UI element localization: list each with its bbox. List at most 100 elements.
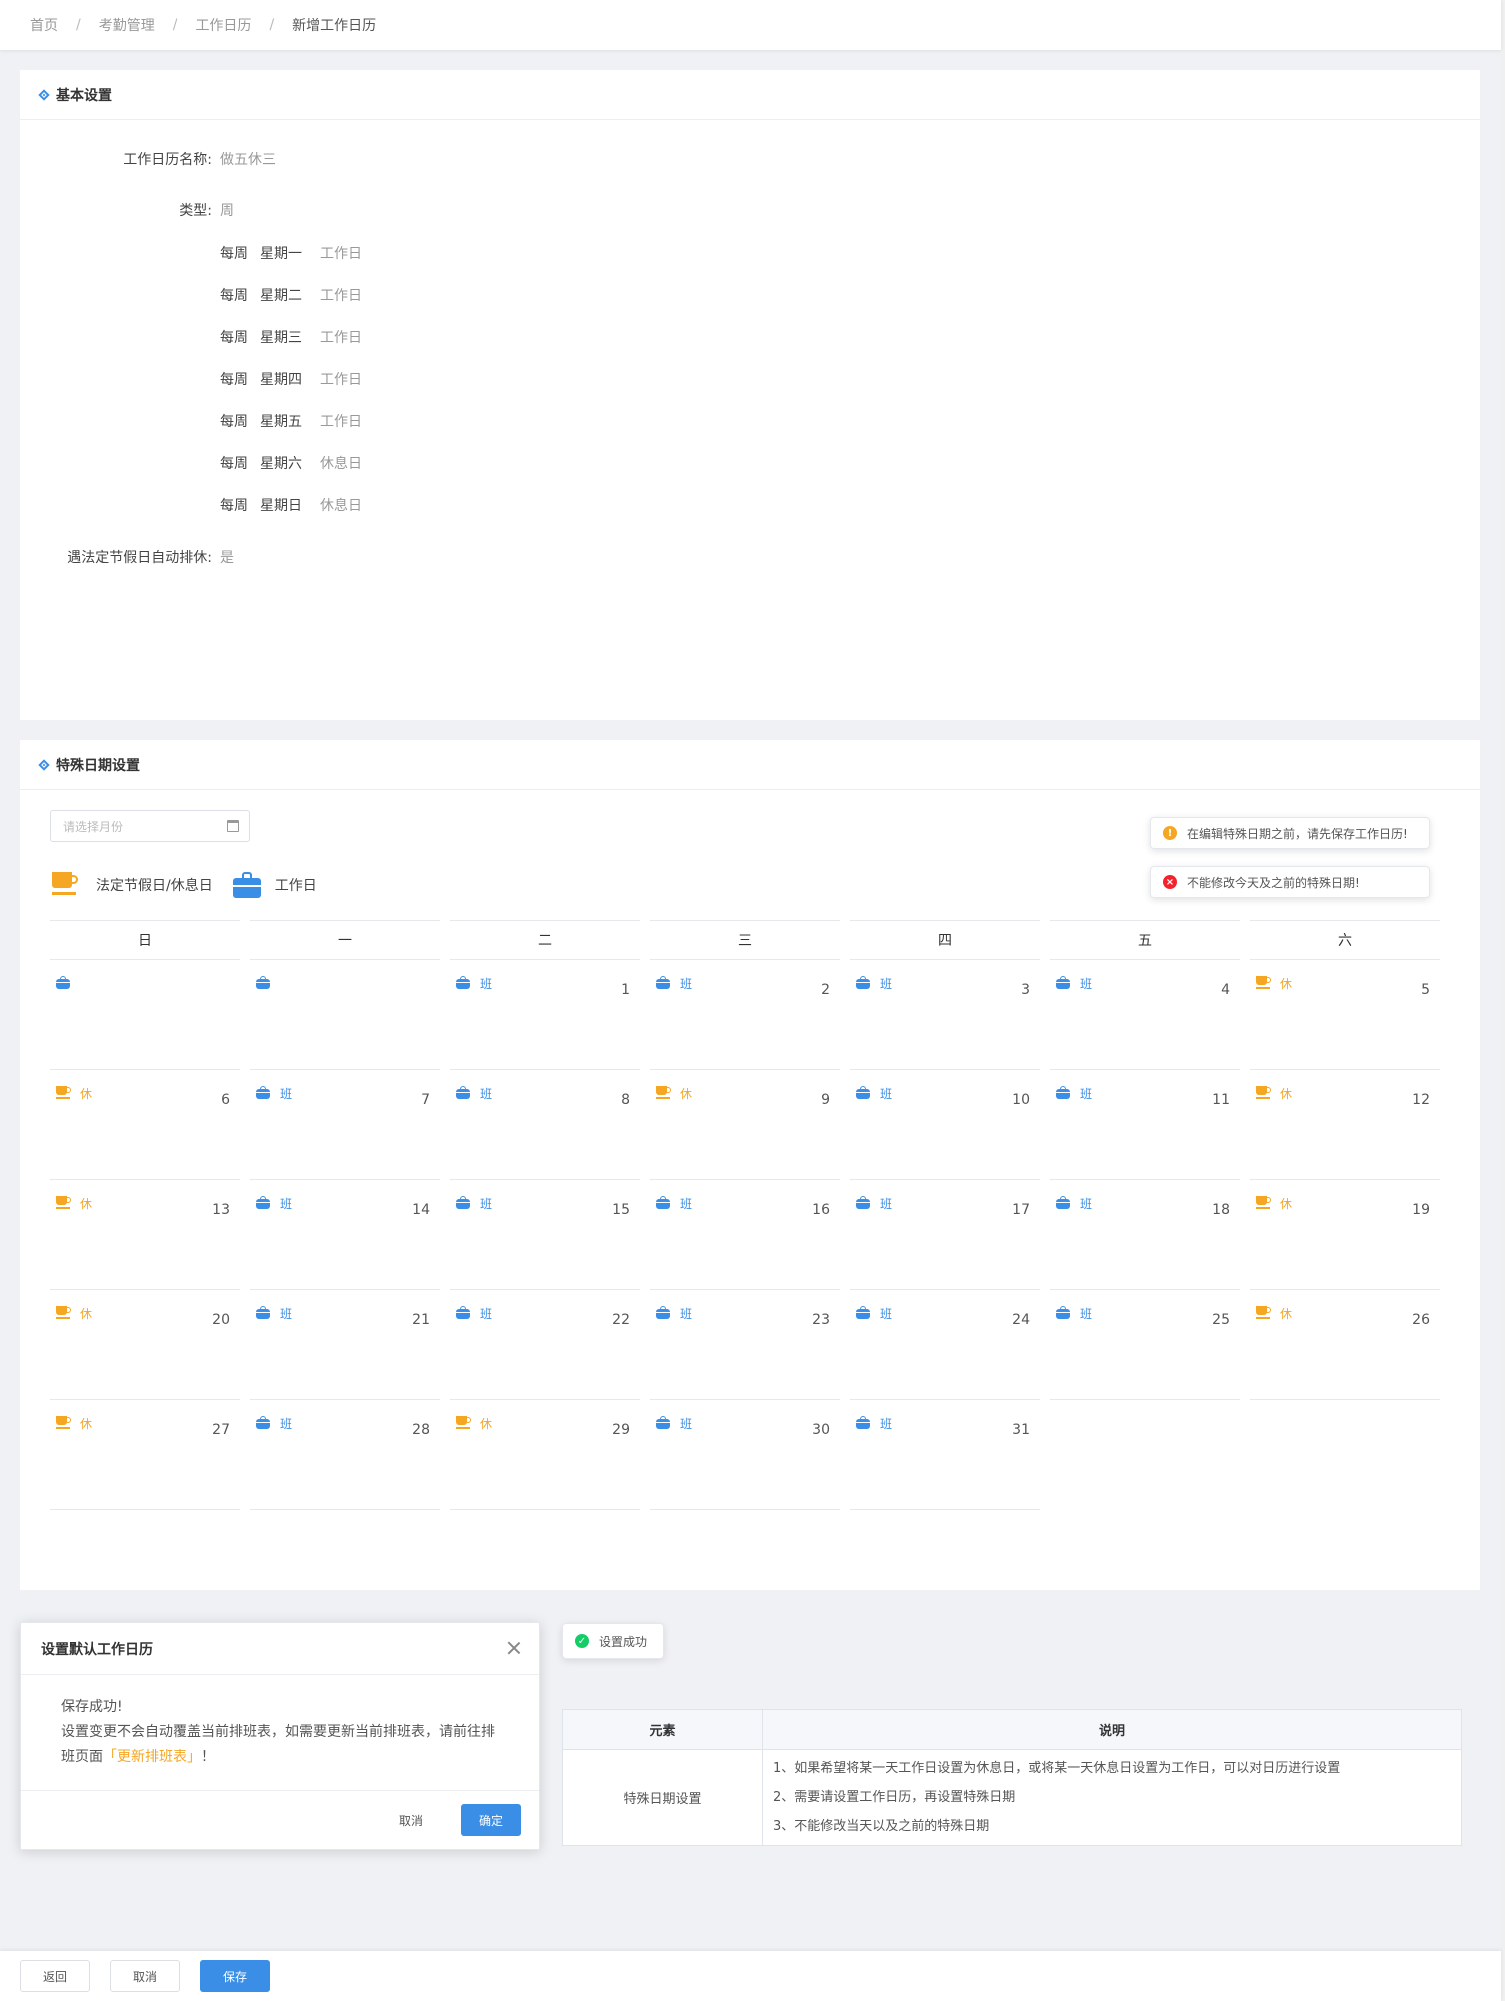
coffee-cup-icon: [56, 1086, 72, 1100]
work-tag: 班: [280, 1417, 293, 1431]
breadcrumb-separator: /: [172, 17, 178, 33]
month-picker-input[interactable]: 请选择月份: [50, 810, 250, 842]
dialog-message-1: 保存成功!: [61, 1699, 123, 1715]
day-number: 4: [1221, 982, 1230, 998]
day-number: 17: [1012, 1202, 1030, 1218]
rest-tag: 休: [80, 1417, 93, 1431]
work-tag: 班: [680, 1307, 693, 1321]
weekday-status: 工作日: [320, 246, 362, 262]
close-icon[interactable]: [505, 1639, 523, 1657]
work-tag: 班: [680, 977, 693, 991]
calendar-day-cell[interactable]: 班 18: [1050, 1180, 1240, 1290]
calendar-day-cell[interactable]: 班8: [450, 1070, 640, 1180]
warning-notice-text: 在编辑特殊日期之前，请先保存工作日历!: [1187, 826, 1408, 841]
calendar-day-cell[interactable]: 班 25: [1050, 1290, 1240, 1400]
coffee-cup-icon: [56, 1416, 72, 1430]
calendar-day-cell[interactable]: 班 11: [1050, 1070, 1240, 1180]
description-line-1: 1、如果希望将某一天工作日设置为休息日，或将某一天休息日设置为工作日，可以对日历…: [773, 1761, 1341, 1776]
calendar-day-cell[interactable]: 休 13: [50, 1180, 240, 1290]
breadcrumb-work-calendar[interactable]: 工作日历: [195, 15, 251, 35]
day-number: 20: [212, 1312, 230, 1328]
rest-tag: 休: [1280, 1307, 1293, 1321]
page-scrollbar[interactable]: [1501, 0, 1505, 2001]
special-date-panel: 特殊日期设置 请选择月份 法定节假日/休息日 工作日 ! 在编辑特殊日期之前，请…: [20, 740, 1480, 1590]
calendar-day-cell[interactable]: 班 31: [850, 1400, 1040, 1510]
work-tag: 班: [880, 1417, 893, 1431]
day-number: 30: [812, 1422, 830, 1438]
calendar-day-cell[interactable]: 班3: [850, 960, 1040, 1070]
dialog-footer: 取消 确定: [21, 1791, 539, 1849]
basic-settings-title: 基本设置: [56, 87, 112, 104]
briefcase-icon: [456, 1196, 470, 1209]
calendar-day-cell[interactable]: 班2: [650, 960, 840, 1070]
work-tag: 班: [680, 1197, 693, 1211]
calendar-icon[interactable]: [227, 820, 239, 832]
calendar-day-cell[interactable]: 班 22: [450, 1290, 640, 1400]
calendar-day-cell[interactable]: 休6: [50, 1070, 240, 1180]
briefcase-icon: [656, 1416, 670, 1429]
weekday-day: 星期四: [260, 372, 302, 388]
calendar-day-cell[interactable]: 休 29: [450, 1400, 640, 1510]
day-number: 26: [1412, 1312, 1430, 1328]
briefcase-icon: [256, 976, 270, 989]
calendar-day-cell[interactable]: 班 10: [850, 1070, 1040, 1180]
briefcase-icon: [1056, 976, 1070, 989]
calendar-day-cell[interactable]: 休 19: [1250, 1180, 1440, 1290]
briefcase-icon: [856, 1086, 870, 1099]
coffee-cup-icon: [456, 1416, 472, 1430]
calendar-day-cell[interactable]: 休5: [1250, 960, 1440, 1070]
calendar-day-cell[interactable]: 班 30: [650, 1400, 840, 1510]
briefcase-icon: [1056, 1306, 1070, 1319]
work-tag: 班: [480, 1307, 493, 1321]
calendar-day-cell[interactable]: 班7: [250, 1070, 440, 1180]
breadcrumb-attendance[interactable]: 考勤管理: [99, 15, 155, 35]
back-button[interactable]: 返回: [20, 1960, 90, 1992]
calendar-day-cell[interactable]: 班 24: [850, 1290, 1040, 1400]
basic-settings-panel: 基本设置 工作日历名称: 做五休三 类型: 周 每周 星期一 工作日 每周 星期二 工作日…: [20, 70, 1480, 720]
day-number: 13: [212, 1202, 230, 1218]
weekday-status: 工作日: [320, 288, 362, 304]
calendar-day-cell[interactable]: 休 12: [1250, 1070, 1440, 1180]
calendar-week-row: 休 20 班 21 班 22 班 23 班 24 班 25 休 26: [50, 1290, 1450, 1400]
calendar-day-cell[interactable]: 休9: [650, 1070, 840, 1180]
day-number: 28: [412, 1422, 430, 1438]
work-tag: 班: [280, 1307, 293, 1321]
dialog-confirm-button[interactable]: 确定: [461, 1804, 521, 1836]
coffee-cup-icon: [656, 1086, 672, 1100]
cancel-button[interactable]: 取消: [110, 1960, 180, 1992]
calendar-day-cell[interactable]: 休 26: [1250, 1290, 1440, 1400]
bottom-action-bar: 返回 取消 保存: [0, 1951, 1501, 2001]
save-button[interactable]: 保存: [200, 1960, 270, 1992]
update-schedule-link[interactable]: 「更新排班表」: [103, 1749, 201, 1765]
calendar-legend: 法定节假日/休息日 工作日: [52, 872, 337, 898]
calendar-day-cell[interactable]: 休 20: [50, 1290, 240, 1400]
weekday-day: 星期五: [260, 414, 302, 430]
day-number: 16: [812, 1202, 830, 1218]
briefcase-icon: [856, 1306, 870, 1319]
breadcrumb-home[interactable]: 首页: [30, 15, 58, 35]
calendar-day-cell[interactable]: 班 16: [650, 1180, 840, 1290]
week-header-cell: 四: [850, 920, 1040, 960]
calendar-day-cell[interactable]: 班 14: [250, 1180, 440, 1290]
dialog-cancel-button[interactable]: 取消: [383, 1804, 439, 1836]
calendar-day-cell[interactable]: 班 15: [450, 1180, 640, 1290]
dialog-title: 设置默认工作日历: [41, 1641, 153, 1658]
calendar-day-cell[interactable]: 班1: [450, 960, 640, 1070]
calendar-day-cell[interactable]: 班 28: [250, 1400, 440, 1510]
calendar-day-cell[interactable]: 班 21: [250, 1290, 440, 1400]
day-number: 25: [1212, 1312, 1230, 1328]
calendar-day-cell[interactable]: 休 27: [50, 1400, 240, 1510]
description-line-3: 3、不能修改当天以及之前的特殊日期: [773, 1819, 990, 1834]
day-number: 5: [1421, 982, 1430, 998]
table-row: 特殊日期设置 1、如果希望将某一天工作日设置为休息日，或将某一天休息日设置为工作…: [562, 1749, 1462, 1846]
briefcase-icon: [256, 1306, 270, 1319]
calendar-day-cell[interactable]: [50, 960, 240, 1070]
calendar-day-cell[interactable]: 班4: [1050, 960, 1240, 1070]
calendar-day-cell[interactable]: 班 17: [850, 1180, 1040, 1290]
table-cell-description: 1、如果希望将某一天工作日设置为休息日，或将某一天休息日设置为工作日，可以对日历…: [762, 1749, 1462, 1846]
briefcase-icon: [656, 1306, 670, 1319]
calendar-day-cell[interactable]: 班 23: [650, 1290, 840, 1400]
breadcrumb: 首页 / 考勤管理 / 工作日历 / 新增工作日历: [0, 0, 1501, 50]
special-date-title: 特殊日期设置: [56, 757, 140, 774]
calendar-day-cell[interactable]: [250, 960, 440, 1070]
